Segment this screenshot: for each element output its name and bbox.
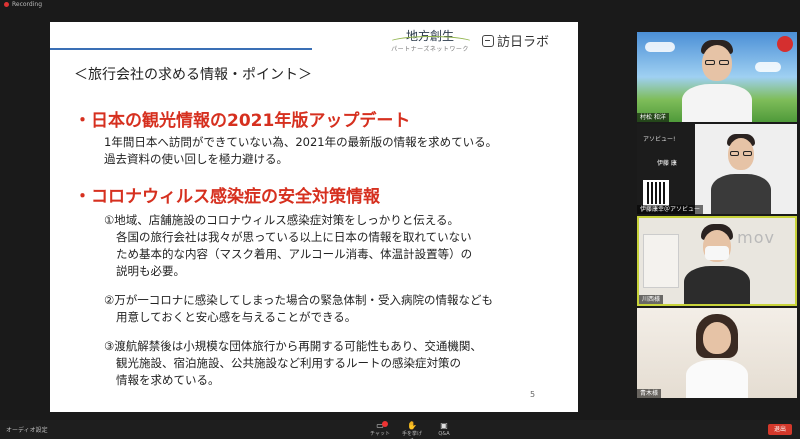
logo-badge-icon (777, 36, 793, 52)
participant-video-4[interactable]: 青木様 (637, 308, 797, 398)
chiho-sousei-logo: 地方創生 パートナーズネットワーク (380, 27, 480, 53)
body1-line2: 過去資料の使い回しを極力避ける。 (104, 152, 288, 166)
participant-video-2[interactable]: アソビュー! 伊藤 康 伊藤康幸＠アソビュー (637, 124, 797, 214)
chat-icon: ▭ (376, 421, 384, 430)
participant-avatar (684, 224, 750, 304)
heading-covid-safety: ・コロナウィルス感染症の安全対策情報 (74, 187, 380, 207)
participant-video-3-active-speaker[interactable]: mov 川西様 (637, 216, 797, 306)
shared-slide: 地方創生 パートナーズネットワーク 訪日ラボ ＜旅行会社の求める情報・ポイント＞… (50, 22, 578, 412)
honichi-lab-logo: 訪日ラボ (482, 31, 549, 50)
recording-label: Recording (12, 0, 43, 8)
qa-button[interactable]: ▣ Q&A (432, 421, 456, 438)
raise-hand-button[interactable]: ✋ 手を挙げる (400, 421, 424, 439)
page-number: 5 (530, 390, 536, 399)
audio-settings-button[interactable]: オーディオ設定 (6, 425, 48, 434)
logo-swoosh-icon (388, 36, 474, 50)
slide-title: ＜旅行会社の求める情報・ポイント＞ (74, 67, 312, 83)
participant-avatar (682, 40, 752, 122)
qa-icon: ▣ (440, 421, 448, 430)
body1-line1: 1年間日本へ訪問ができていない為、2021年の最新版の情報を求めている。 (104, 135, 498, 149)
item3-line3: 情報を求めている。 (116, 373, 220, 387)
participant-name: 青木様 (637, 389, 662, 398)
item1-line2: 各国の旅行会社は我々が思っている以上に日本の情報を取れていない (116, 230, 472, 244)
recording-indicator: Recording (4, 0, 42, 8)
participant-name: 伊藤康幸＠アソビュー (637, 205, 704, 214)
leave-button[interactable]: 退出 (768, 424, 792, 435)
item2-line1: ②万が一コロナに感染してしまった場合の緊急体制・受入病院の情報なども (104, 293, 494, 307)
participant-name: 村松 和洋 (637, 113, 669, 122)
hand-icon: ✋ (407, 421, 417, 430)
participant-avatar (709, 134, 773, 214)
item2-line2: 用意しておくと安心感を与えることができる。 (116, 310, 357, 324)
heading-2021-update: ・日本の観光情報の2021年版アップデート (74, 111, 411, 131)
honichi-lab-icon (482, 34, 494, 47)
virtual-background-panel: アソビュー! 伊藤 康 (637, 124, 695, 214)
item1-line1: ①地域、店舗施設のコロナウィルス感染症対策をしっかりと伝える。 (104, 213, 459, 227)
chat-unread-badge (382, 421, 388, 427)
qr-code-icon (643, 180, 669, 206)
top-bar: Recording (0, 0, 800, 10)
participant-avatar (682, 314, 752, 398)
participant-name: 川西様 (639, 295, 664, 304)
item3-line2: 観光施設、宿泊施設、公共施設など利用するルートの感染症対策の (116, 356, 461, 370)
record-dot-icon (4, 1, 9, 7)
participant-video-1[interactable]: 村松 和洋 (637, 32, 797, 122)
slide-top-rule (50, 48, 312, 50)
item3-line1: ③渡航解禁後は小規模な団体旅行から再開する可能性もあり、交通機関、 (104, 339, 482, 353)
meeting-controls-bar: オーディオ設定 ▭ チャット ✋ 手を挙げる ▣ Q&A 退出 (0, 420, 800, 439)
chat-button[interactable]: ▭ チャット (368, 421, 392, 438)
item1-line3: ため基本的な内容（マスク着用、アルコール消毒、体温計設置等）の (116, 247, 473, 261)
item1-line4: 説明も必要。 (116, 264, 185, 278)
